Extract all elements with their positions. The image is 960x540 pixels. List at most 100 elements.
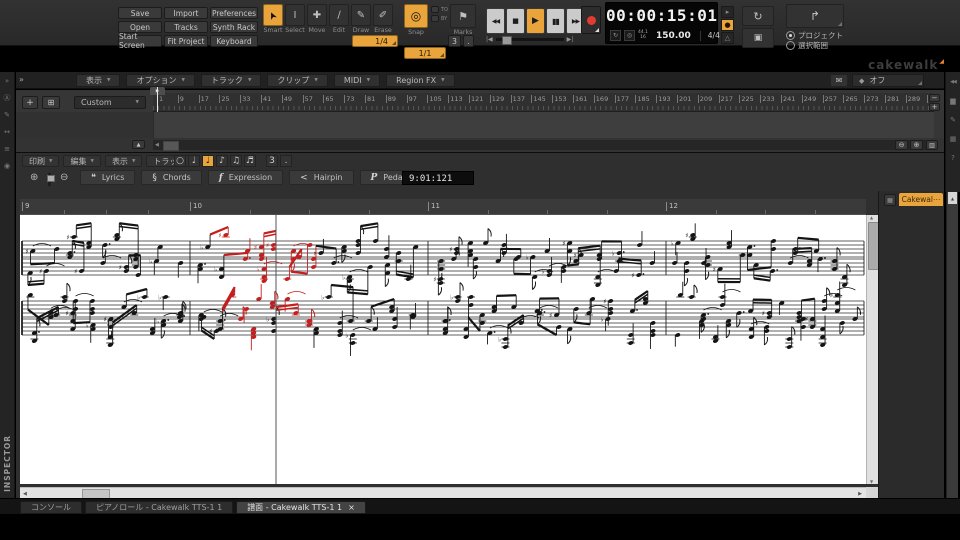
help-icon[interactable]: ? [947,152,960,164]
track-layout-button[interactable]: ⊞ [42,96,60,109]
score-vscrollbar[interactable]: ▲ ▼ [866,215,879,484]
smart-tool-button[interactable]: ➤ [263,4,283,26]
duration-button-2[interactable]: ♩ [202,155,214,167]
menu-item-4[interactable]: MIDI ▼ [333,74,381,87]
play-mini-button[interactable]: ▸ [721,6,734,18]
position-slider-thumb[interactable] [501,36,512,45]
bottom-tab-0[interactable]: コンソール [20,501,82,514]
edit-tool-button[interactable]: ∕ [329,4,349,26]
automation-dropdown[interactable]: ◆ オフ [852,74,924,87]
timeline-ruler[interactable]: 1 9 17 25 33 41 49 57 65 73 81 89 97 105 113 121 129 137 1… [153,93,934,112]
duration-button-1[interactable]: ♩ [188,155,200,167]
bottom-tab-2[interactable]: 譜面 - Cakewalk TTS-1 1 × [236,501,366,514]
draw-resolution-dropdown[interactable]: 1/4 [352,35,398,47]
scroll-left-icon[interactable]: ◀ [23,491,27,497]
snap-button[interactable]: ◎ [404,4,428,28]
panel-toggle-button[interactable]: ▥ [926,140,938,150]
duration-button-3[interactable]: ♪ [216,155,228,167]
scroll-left-icon[interactable]: ◀ [155,142,159,148]
loop-button[interactable]: ↻ [742,6,774,26]
duration-button-0[interactable]: ○ [174,155,186,167]
tempo-value[interactable]: 150.00 [656,31,691,41]
grid-button-1[interactable]: Import [164,7,208,19]
staff-zoom-out-icon[interactable]: ⊖ [60,172,68,183]
export-option-project[interactable]: プロジェクト [786,31,843,40]
draw-tool-button[interactable]: ✎ [351,4,371,26]
snap-dot-button[interactable]: . [463,35,474,47]
score-area[interactable]: ♯♯♭♯♯♯♯♯♭♯♯♭♭♯♯♯♯♭♭♭♭♯♭♯♯♯♭♭♭♭♯♯♭♯♯♯♯♭♭♯… [20,215,866,484]
meter-value[interactable]: 4/4 [708,31,720,40]
scroll-right-icon[interactable]: ▶ [858,491,862,497]
erase-tool-button[interactable]: ✐ [373,4,393,26]
punch-button[interactable]: ▣ [742,28,774,48]
chords-button[interactable]: § Chords [141,170,202,185]
menu-item-0[interactable]: 表示 ▼ [76,74,121,87]
zoom-in-button[interactable]: + [929,103,940,111]
bottom-tab-1[interactable]: ピアノロール - Cakewalk TTS-1 1 [85,501,234,514]
grid-button-4[interactable]: Tracks [164,21,208,33]
mail-button[interactable]: ✉ [830,74,848,87]
track-hscrollbar[interactable]: ◀ [153,140,934,151]
inspector-label[interactable]: INSPECTOR [3,435,12,492]
magnify-in-button[interactable]: ⊕ [910,140,923,150]
staff-menu-1[interactable]: 編集 ▼ [63,155,101,167]
staff-track-tab[interactable]: Cakewal ⋯ [899,193,943,206]
go-to-start-button[interactable]: |◀ [486,36,493,43]
metronome-mini-button[interactable]: △ [721,32,734,44]
staff-zoom-slider-thumb[interactable] [46,175,55,182]
time-display[interactable]: 00:00:15:01 ↻ ◎ 44.1 16 150.00 4/4 [605,2,720,44]
menu-item-5[interactable]: Region FX ▼ [386,74,455,87]
track-hscroll-thumb[interactable] [163,141,179,151]
list-icon[interactable]: ≡ [1,143,14,155]
grid-button-5[interactable]: Synth Rack [210,21,258,33]
triplet-button[interactable]: 3 [266,155,278,167]
move-tool-button[interactable]: ✚ [307,4,327,26]
audiosnap-icon[interactable]: Ⓐ [1,92,14,104]
resize-icon[interactable]: ↔ [1,126,14,138]
pause-button[interactable]: ▮▮ [546,8,565,34]
record-mini-button[interactable]: ● [721,19,734,31]
position-slider[interactable] [495,36,564,45]
notes-icon[interactable]: ▦ [947,133,960,145]
export-button[interactable]: ↱ [786,4,844,28]
staff-measure-ruler[interactable]: 9 10 11 12 [20,199,866,215]
scroll-up-icon[interactable]: ▲ [870,215,873,220]
zoom-out-button[interactable]: − [929,94,940,102]
plugin-icon[interactable]: ✎ [947,114,960,126]
clips-area[interactable] [153,112,934,138]
play-button[interactable]: ▶ [526,8,545,34]
grid-button-8[interactable]: Keyboard [210,35,258,47]
grid-button-0[interactable]: Save [118,7,162,19]
select-tool-button[interactable]: I [285,4,305,26]
collapse-tracks-button[interactable]: ▲ [132,140,145,149]
duration-button-5[interactable]: ♬ [244,155,256,167]
export-option-selection[interactable]: 選択範囲 [786,41,843,50]
rewind-button[interactable]: ◀◀ [486,8,505,34]
record-button[interactable] [581,6,601,34]
track-preset-dropdown[interactable]: Custom ▼ [74,96,146,109]
duration-button-4[interactable]: ♫ [230,155,242,167]
staff-pane-vscrollbar[interactable]: ▲ [946,191,958,499]
snap-triplet-button[interactable]: 3 [448,35,461,47]
staff-menu-2[interactable]: 表示 ▼ [104,155,143,167]
position-readout[interactable]: 9:01:121 [402,171,474,185]
grid-button-2[interactable]: Preferences [210,7,258,19]
pane-scroll-up-button[interactable]: ▲ [948,192,957,204]
help-circle-icon[interactable]: ◉ [1,160,14,172]
staff-track-pane-icon[interactable]: ▦ [884,194,896,206]
snap-resolution-dropdown[interactable]: 1/1 [404,47,446,59]
collapse-icon[interactable]: ◀◀ [947,76,960,88]
grid-button-6[interactable]: Start Screen [118,32,162,50]
pen-icon[interactable]: ✎ [1,109,14,121]
snap-by-toggle[interactable] [431,15,439,22]
close-tab-icon[interactable]: × [348,503,355,512]
snap-to-toggle[interactable] [431,6,439,13]
menu-item-2[interactable]: トラック ▼ [200,74,262,87]
staff-zoom-in-icon[interactable]: ⊕ [30,172,38,183]
grid-button-7[interactable]: Fit Project [164,35,208,47]
marks-button[interactable]: ⚑ [450,4,476,28]
hairpin-button[interactable]: < Hairpin [289,170,354,185]
media-browser-icon[interactable]: ▆ [947,95,960,107]
menu-collapse-icon[interactable]: » [19,75,24,84]
staff-zoom-slider[interactable] [46,173,55,186]
